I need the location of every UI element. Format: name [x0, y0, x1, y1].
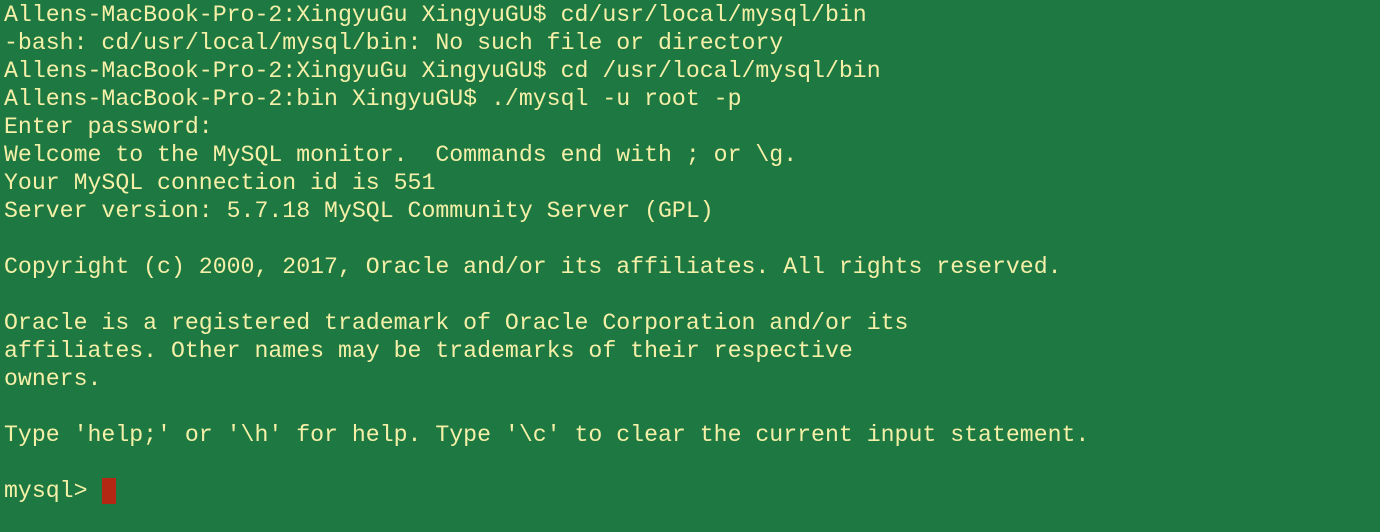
terminal-line: Type 'help;' or '\h' for help. Type '\c'… [4, 422, 1090, 448]
terminal-line: affiliates. Other names may be trademark… [4, 338, 853, 364]
terminal-line: Enter password: [4, 114, 213, 140]
terminal-line: owners. [4, 366, 102, 392]
terminal-line: Allens-MacBook-Pro-2:bin XingyuGU$ ./mys… [4, 86, 742, 112]
text-cursor [101, 478, 116, 504]
terminal-window[interactable]: Allens-MacBook-Pro-2:XingyuGu XingyuGU$ … [0, 0, 1380, 532]
terminal-line: Oracle is a registered trademark of Orac… [4, 310, 909, 336]
terminal-line: Your MySQL connection id is 551 [4, 170, 436, 196]
terminal-line: Copyright (c) 2000, 2017, Oracle and/or … [4, 254, 1062, 280]
terminal-line: Server version: 5.7.18 MySQL Community S… [4, 198, 714, 224]
mysql-prompt-line[interactable]: mysql> [4, 477, 1380, 505]
terminal-line: Welcome to the MySQL monitor. Commands e… [4, 142, 798, 168]
terminal-line: -bash: cd/usr/local/mysql/bin: No such f… [4, 30, 784, 56]
mysql-prompt: mysql> [4, 478, 88, 504]
terminal-line: Allens-MacBook-Pro-2:XingyuGu XingyuGU$ … [4, 2, 867, 28]
terminal-line: Allens-MacBook-Pro-2:XingyuGu XingyuGU$ … [4, 58, 881, 84]
